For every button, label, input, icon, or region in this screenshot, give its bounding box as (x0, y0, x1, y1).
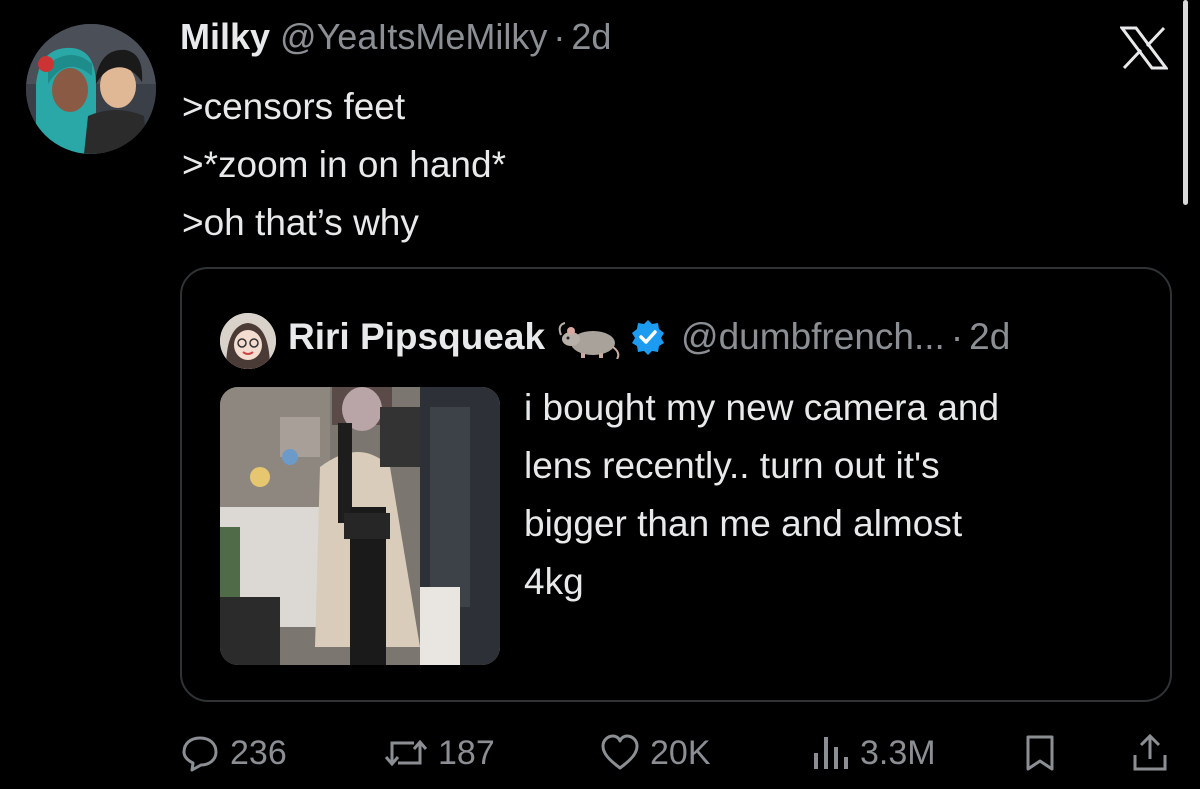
quoted-timestamp[interactable]: 2d (969, 316, 1010, 358)
quoted-text: i bought my new camera and lens recently… (524, 379, 1144, 611)
tweet-text: >censors feet >*zoom in on hand* >oh tha… (182, 78, 506, 252)
tweet-line: >censors feet (182, 86, 406, 127)
quoted-display-name[interactable]: Riri Pipsqueak (288, 316, 545, 358)
tweet-header: Milky @YeaItsMeMilky · 2d (180, 16, 611, 66)
verified-badge-icon (629, 318, 667, 356)
repost-button[interactable]: 187 (384, 727, 495, 779)
views-icon (814, 737, 848, 769)
quoted-tweet[interactable]: Riri Pipsqueak @dumbfrench... · 2d i bou… (180, 267, 1172, 702)
like-button[interactable]: 20K (600, 727, 711, 779)
tweet-line: >*zoom in on hand* (182, 144, 506, 185)
tweet-view: Milky @YeaItsMeMilky · 2d >censors feet … (0, 0, 1200, 789)
repost-icon (384, 739, 428, 767)
header-separator: · (553, 16, 566, 57)
scrollbar[interactable] (1183, 0, 1188, 205)
tweet-line: >oh that’s why (182, 202, 419, 243)
like-icon (601, 734, 639, 770)
author-avatar[interactable] (26, 24, 156, 154)
like-count: 20K (650, 733, 711, 772)
rat-icon (557, 315, 621, 360)
reply-count: 236 (230, 733, 287, 772)
view-count: 3.3M (860, 733, 936, 772)
quoted-line: lens recently.. turn out it's (524, 445, 940, 486)
repost-count: 187 (438, 733, 495, 772)
quoted-author-avatar[interactable] (220, 313, 276, 369)
action-bar: 236 187 20K 3.3M (180, 727, 1180, 779)
quoted-line: bigger than me and almost (524, 503, 963, 544)
reply-icon (182, 736, 218, 772)
reply-button[interactable]: 236 (180, 727, 287, 779)
author-handle[interactable]: @YeaItsMeMilky (280, 16, 547, 58)
views-button[interactable]: 3.3M (810, 727, 936, 779)
x-logo-icon[interactable] (1119, 26, 1169, 70)
quoted-line: 4kg (524, 561, 584, 602)
tweet-timestamp[interactable]: 2d (571, 16, 611, 58)
share-icon (1133, 733, 1167, 771)
quoted-handle[interactable]: @dumbfrench... (681, 316, 945, 358)
quoted-header: Riri Pipsqueak @dumbfrench... · 2d (288, 309, 1010, 365)
author-display-name[interactable]: Milky (180, 16, 270, 58)
quoted-media-image[interactable] (220, 387, 500, 665)
quoted-line: i bought my new camera and (524, 387, 1000, 428)
bookmark-icon (1026, 735, 1054, 771)
quoted-separator: · (950, 316, 964, 357)
bookmark-button[interactable] (1020, 727, 1060, 779)
share-button[interactable] (1130, 727, 1170, 779)
